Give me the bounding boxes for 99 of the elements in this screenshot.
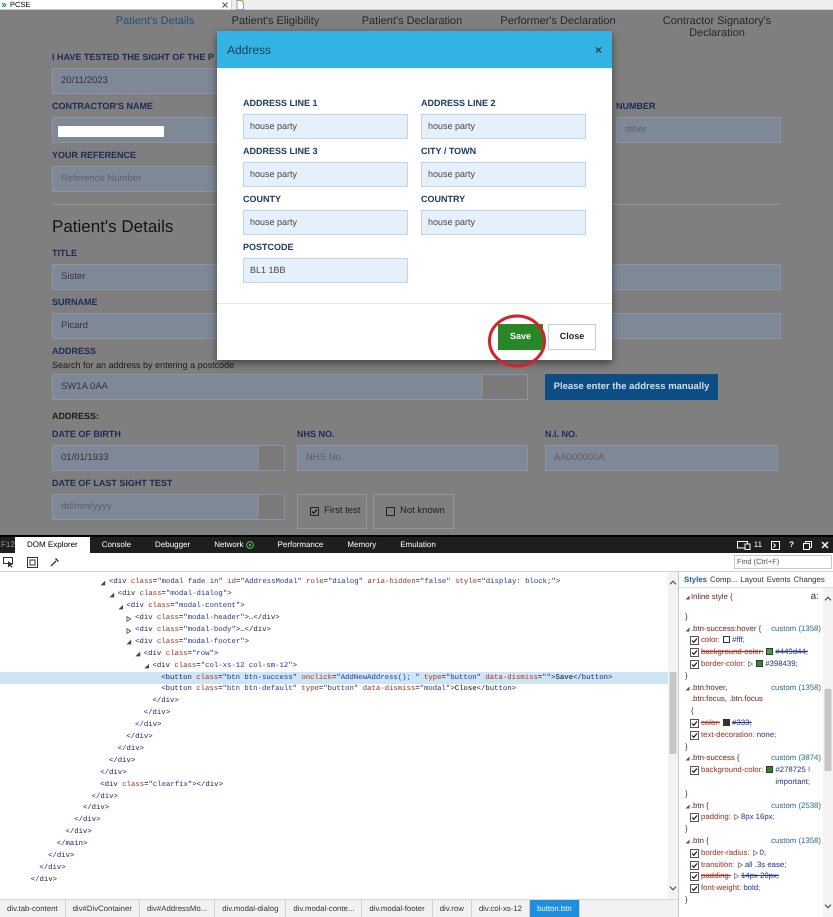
save-button[interactable]: Save [498,324,543,350]
monitor-icon [736,540,751,550]
color-swatch[interactable] [723,718,730,726]
field-label: DATE OF BIRTH [52,429,121,440]
checkbox-icon[interactable] [386,507,395,516]
field-label: ADDRESS LINE 3 [243,147,319,156]
expand-arrow-icon[interactable] [752,850,758,856]
input-field[interactable]: house party [421,210,586,235]
field-label: COUNTY [243,195,282,204]
section-title: Patient's Details [52,217,174,237]
input-field[interactable]: house party [243,162,408,187]
expand-arrow-icon[interactable] [738,862,743,868]
manual-address-button[interactable]: Please enter the address manually [545,374,718,400]
collapsed-triangle-icon[interactable] [126,628,132,634]
checked-checkbox-icon[interactable] [690,718,699,728]
input-field[interactable]: house party [421,162,586,187]
expanded-triangle-icon[interactable] [685,756,690,762]
close-icon[interactable] [222,2,228,8]
checked-checkbox-icon[interactable] [690,730,699,740]
expanded-triangle-icon[interactable] [685,804,690,809]
postcode-search-field[interactable]: SW1A 0AA [52,374,528,400]
field-label: N.I. NO. [545,429,578,440]
dialog-title: Address [227,42,272,58]
color-swatch[interactable] [756,660,764,667]
expanded-triangle-icon[interactable] [100,580,106,586]
checkbox-option[interactable]: Not known [373,494,454,529]
restore-icon[interactable] [803,540,812,550]
expand-arrow-icon[interactable] [734,814,739,820]
hint-text: Search for an address by entering a postcode [52,360,236,371]
collapsed-triangle-icon[interactable] [126,616,132,622]
devtools-tab[interactable]: DOM Explorer [15,537,90,553]
close-button[interactable]: × [594,44,602,56]
devtools-tab[interactable]: Debugger [143,537,202,553]
field-label: ADDRESS LINE 2 [421,99,497,108]
expanded-triangle-icon[interactable] [685,595,690,600]
address-label: ADDRESS: [52,411,100,422]
favicon-icon [1,2,7,8]
highlight-circle [488,314,546,368]
field-label: POSTCODE [243,243,295,252]
expand-arrow-icon[interactable] [734,873,739,880]
eyedropper-icon[interactable] [50,557,60,567]
devtools-tab[interactable]: Performance [266,537,336,553]
expanded-triangle-icon[interactable] [126,639,132,646]
field-label: TITLE [52,248,77,259]
scrollbar[interactable] [823,588,833,917]
field-label: COUNTRY [421,195,466,204]
expanded-triangle-icon[interactable] [685,626,690,632]
state-toggle-button[interactable]: a: [810,591,819,603]
checked-checkbox-icon[interactable] [690,813,699,822]
field-label: NUMBER [616,101,656,112]
field-label: YOUR REFERENCE [52,150,136,161]
devtools-tab[interactable]: Emulation [388,537,448,553]
checked-checkbox-icon[interactable] [690,660,699,669]
new-tab-icon[interactable] [235,0,245,10]
input-field[interactable]: 01/01/1933 [52,445,285,471]
input-field[interactable]: house party [243,114,408,139]
checked-checkbox-icon[interactable] [690,848,699,858]
help-button[interactable]: ? [789,539,794,551]
play-icon [246,541,254,549]
field-label: I HAVE TESTED THE SIGHT OF THE P [52,52,214,63]
checked-checkbox-icon[interactable] [310,507,319,516]
f12-label: F12 [0,539,15,551]
field-label: DATE OF LAST SIGHT TEST [52,478,172,489]
devtools-tab[interactable]: Network [202,537,266,553]
field-label: NHS NO. [297,429,335,440]
checked-checkbox-icon[interactable] [690,860,699,870]
field-label: ADDRESS LINE 1 [243,99,319,108]
field-label: SURNAME [52,297,98,308]
field-label: CITY / TOWN [421,147,478,156]
expanded-triangle-icon[interactable] [685,838,690,844]
checked-checkbox-icon[interactable] [690,636,699,646]
checked-checkbox-icon[interactable] [690,884,699,894]
expanded-triangle-icon[interactable] [685,686,690,691]
checked-checkbox-icon[interactable] [690,766,699,776]
devtools-tab[interactable]: Memory [335,537,388,553]
input-field[interactable]: house party [421,114,586,139]
expanded-triangle-icon[interactable] [144,663,150,670]
console-icon[interactable] [771,540,780,550]
checked-checkbox-icon[interactable] [690,648,699,658]
devtools-tab[interactable]: Console [90,537,144,553]
close-button[interactable]: Close [548,324,596,350]
expanded-triangle-icon[interactable] [118,604,124,610]
scrollbar[interactable] [668,572,678,899]
document-mode-button[interactable]: 11 [736,539,762,551]
input-field[interactable]: BL1 1BB [243,258,408,283]
select-element-icon[interactable] [3,556,15,568]
input-field[interactable]: house party [243,210,408,235]
expand-arrow-icon[interactable] [748,660,754,667]
checkbox-option[interactable]: First test [297,494,367,529]
expanded-triangle-icon[interactable] [109,592,115,598]
field-label: CONTRACTOR'S NAME [52,101,153,112]
checked-checkbox-icon[interactable] [690,872,699,882]
step-tab[interactable]: Contractor Signatory's Declaration [632,15,802,50]
field-label: ADDRESS [52,346,96,357]
color-swatch[interactable] [723,636,730,644]
box-icon[interactable] [27,556,38,568]
color-swatch[interactable] [766,648,774,656]
expanded-triangle-icon[interactable] [135,651,141,658]
color-swatch[interactable] [766,766,774,774]
